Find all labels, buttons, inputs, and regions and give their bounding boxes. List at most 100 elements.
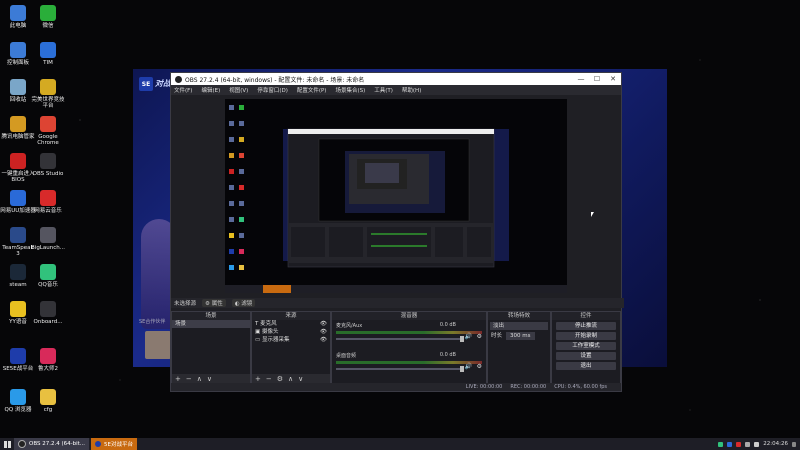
visibility-eye-icon: 👁: [320, 321, 327, 327]
controls-dock-title: 控件: [552, 312, 620, 320]
properties-button[interactable]: ⚙ 属性: [202, 299, 226, 307]
source-item-camera[interactable]: ▣ 摄像头 👁: [252, 328, 330, 336]
remove-scene-icon[interactable]: −: [186, 375, 192, 383]
volume-icon[interactable]: [754, 441, 760, 447]
desktop-icon-label: BigLaunch...: [31, 245, 65, 251]
se-logo: SE: [139, 77, 153, 91]
scenes-list[interactable]: 场景: [172, 320, 250, 374]
desktop-icon-folder[interactable]: cfg: [30, 389, 66, 413]
rec-status: REC: 00:00:00: [510, 384, 547, 390]
desktop-icon-label: 网易云音乐: [34, 208, 62, 214]
menu-edit[interactable]: 编辑(E): [201, 86, 220, 94]
filters-button[interactable]: ◐ 滤镜: [231, 299, 256, 307]
close-button[interactable]: ✕: [605, 75, 621, 83]
move-up-icon[interactable]: ∧: [197, 375, 202, 383]
gear-icon[interactable]: ⚙: [477, 363, 482, 370]
exit-button[interactable]: 退出: [556, 362, 616, 370]
transitions-dock: 转场特效 淡出 时长 300 ms: [487, 311, 551, 385]
mouse-cursor: [591, 212, 594, 217]
desktop-icon-label: 鲁大师2: [38, 366, 58, 372]
volume-slider[interactable]: [336, 336, 464, 342]
desktop-icon-label: cfg: [43, 407, 53, 413]
studio-mode-button[interactable]: 工作室模式: [556, 342, 616, 350]
ludashi-icon: [40, 348, 56, 364]
no-source-selected-label: 未选择源: [174, 301, 197, 307]
gear-icon[interactable]: ⚙: [277, 375, 283, 383]
add-source-icon[interactable]: +: [255, 375, 261, 383]
mixer-track-desktop: 桌面音频 0.0 dB 🔊 ⚙: [336, 352, 482, 372]
taskbar-item-obs[interactable]: OBS 27.2.4 (64-bit...: [14, 438, 90, 450]
controls-dock: 控件 停止推流 开始录制 工作室模式 设置 退出: [551, 311, 621, 385]
desktop-icon-netease-music[interactable]: 网易云音乐: [30, 190, 66, 214]
menu-docks[interactable]: 停靠窗口(D): [257, 86, 288, 94]
preview-capture: [225, 99, 567, 293]
se-platform-icon: [95, 441, 102, 447]
sources-list[interactable]: T 麦克风 👁 ▣ 摄像头 👁 ▭ 显示器采集 👁: [252, 320, 330, 374]
tray-app-icon[interactable]: [718, 441, 724, 447]
move-down-icon[interactable]: ∨: [207, 375, 212, 383]
desktop-icon-wanmei[interactable]: 完美世界竞技平台: [30, 79, 66, 109]
scenes-dock-title: 场景: [172, 312, 250, 320]
minimize-button[interactable]: —: [573, 75, 589, 83]
tray-app-icon[interactable]: [727, 441, 733, 447]
source-item-display[interactable]: ▭ 显示器采集 👁: [252, 336, 330, 344]
tray-app-icon[interactable]: [736, 441, 742, 447]
control-panel-icon: [10, 42, 26, 58]
scenes-dock: 场景 场景 + − ∧ ∨: [171, 311, 251, 385]
desktop-icon-ludashi[interactable]: 鲁大师2: [30, 348, 66, 372]
desktop-icon-label: QQ音乐: [38, 282, 58, 288]
menu-profile[interactable]: 配置文件(P): [297, 86, 327, 94]
sources-dock-title: 来源: [252, 312, 330, 320]
tim-icon: [40, 42, 56, 58]
desktop-icon-qq-music[interactable]: QQ音乐: [30, 264, 66, 288]
gear-icon[interactable]: ⚙: [477, 333, 482, 340]
sources-dock: 来源 T 麦克风 👁 ▣ 摄像头 👁 ▭ 显示器采集 👁 + − ⚙ ∧ ∨: [251, 311, 331, 385]
network-icon[interactable]: [745, 441, 751, 447]
obs-titlebar[interactable]: OBS 27.2.4 (64-bit, windows) - 配置文件: 未命名…: [171, 73, 621, 85]
desktop-icon-logitech[interactable]: Onboard...: [30, 301, 66, 325]
desktop-icon-chrome[interactable]: Google Chrome: [30, 116, 66, 146]
desktop-icon-obs[interactable]: OBS Studio: [30, 153, 66, 177]
scene-item[interactable]: 场景: [172, 320, 250, 328]
stop-streaming-button[interactable]: 停止推流: [556, 322, 616, 330]
notifications-icon[interactable]: [792, 441, 796, 447]
menu-bar: 文件(F) 编辑(E) 视图(V) 停靠窗口(D) 配置文件(P) 场景集合(S…: [171, 85, 621, 95]
start-button[interactable]: [0, 438, 14, 450]
cpu-status: CPU: 0.4%, 60.00 fps: [554, 384, 607, 390]
clock[interactable]: 22:04:26: [763, 441, 788, 447]
start-recording-button[interactable]: 开始录制: [556, 332, 616, 340]
move-up-icon[interactable]: ∧: [288, 375, 293, 383]
transition-type-select[interactable]: 淡出: [490, 322, 548, 330]
windows-icon: [3, 440, 11, 448]
steam-icon: [10, 264, 26, 280]
partner-text: SE合作伙伴: [139, 319, 166, 325]
duration-input[interactable]: 300 ms: [506, 332, 535, 340]
uu-accelerator-icon: [10, 190, 26, 206]
obs-preview[interactable]: [225, 99, 567, 293]
menu-file[interactable]: 文件(F): [174, 86, 192, 94]
desktop-icon-label: 微信: [42, 23, 54, 29]
menu-view[interactable]: 视图(V): [229, 86, 248, 94]
speaker-icon[interactable]: 🔊: [465, 363, 472, 370]
volume-slider[interactable]: [336, 366, 464, 372]
desktop-icon-biglaunch[interactable]: BigLaunch...: [30, 227, 66, 251]
move-down-icon[interactable]: ∨: [298, 375, 303, 383]
menu-help[interactable]: 帮助(H): [402, 86, 421, 94]
desktop-icon-tim[interactable]: TIM: [30, 42, 66, 66]
duration-label: 时长: [491, 333, 503, 339]
desktop-icon-wechat[interactable]: 微信: [30, 5, 66, 29]
speaker-icon[interactable]: 🔊: [465, 333, 472, 340]
mixer-tracks: 麦克风/Aux 0.0 dB 🔊 ⚙ 桌面音频 0.0 dB 🔊 ⚙: [332, 320, 486, 384]
qq-music-icon: [40, 264, 56, 280]
obs-icon: [40, 153, 56, 169]
maximize-button[interactable]: ☐: [589, 75, 605, 83]
desktop-icon-label: 完美世界竞技平台: [31, 97, 65, 109]
menu-scene-collection[interactable]: 场景集合(S): [335, 86, 365, 94]
taskbar-item-5e[interactable]: 5E对战平台: [91, 438, 138, 450]
source-item-microphone[interactable]: T 麦克风 👁: [252, 320, 330, 328]
obs-window[interactable]: OBS 27.2.4 (64-bit, windows) - 配置文件: 未命名…: [170, 72, 624, 392]
settings-button[interactable]: 设置: [556, 352, 616, 360]
remove-source-icon[interactable]: −: [266, 375, 272, 383]
add-scene-icon[interactable]: +: [175, 375, 181, 383]
menu-tools[interactable]: 工具(T): [374, 86, 393, 94]
